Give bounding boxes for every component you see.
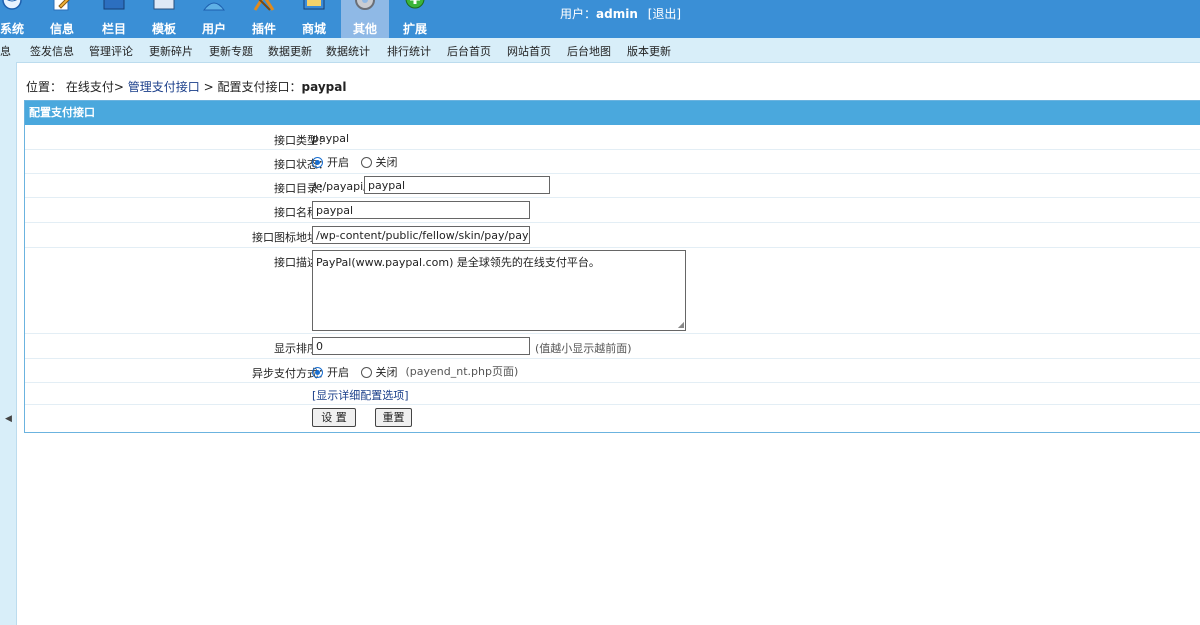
status-off-radio[interactable] xyxy=(360,156,372,168)
row-order: 显示排序： 0 (值越小显示越前面) xyxy=(25,334,1200,359)
submenu-item[interactable]: 后台地图 xyxy=(567,43,611,59)
breadcrumb-config: 配置支付接口： xyxy=(217,80,302,94)
submenu-item[interactable]: 息 xyxy=(0,43,11,59)
breadcrumb-manage-pay[interactable]: 管理支付接口 xyxy=(128,80,200,94)
nav-label: 用户 xyxy=(201,22,226,36)
row-name: 接口名称： paypal xyxy=(25,198,1200,223)
user-prefix: 用户： xyxy=(560,7,597,21)
submenu-item[interactable]: 更新碎片 xyxy=(149,43,193,59)
row-icon: 接口图标地址： /wp-content/public/fellow/skin/p… xyxy=(25,223,1200,248)
logout-link[interactable]: [退出] xyxy=(648,7,681,21)
row-dir: 接口目录： /e/payapi/ paypal xyxy=(25,174,1200,198)
folder-icon xyxy=(103,0,125,10)
breadcrumb-separator: > xyxy=(113,80,124,94)
async-off-label: 关闭 xyxy=(375,366,398,379)
username: admin xyxy=(596,7,638,21)
left-sidebar-strip: ◀ xyxy=(0,62,17,625)
submit-button[interactable]: 设 置 xyxy=(312,408,356,427)
nav-item-plugins[interactable]: 插件 xyxy=(240,0,288,38)
panel-title: 配置支付接口 xyxy=(25,101,1200,125)
row-buttons: 设 置 重置 xyxy=(25,405,1200,431)
monitor-icon xyxy=(153,0,175,10)
submenu-item[interactable]: 数据更新 xyxy=(268,43,312,59)
nav-item-other[interactable]: 其他 xyxy=(341,0,389,38)
nav-item-columns[interactable]: 栏目 xyxy=(90,0,138,38)
name-input[interactable]: paypal xyxy=(312,201,530,219)
nav-label: 栏目 xyxy=(101,22,126,36)
async-on-radio[interactable] xyxy=(312,366,323,378)
row-status: 接口状态： 开启 关闭 xyxy=(25,150,1200,174)
submenu-item[interactable]: 后台首页 xyxy=(447,43,491,59)
nav-item-users[interactable]: 用户 xyxy=(190,0,238,38)
nav-item-info[interactable]: 信息 xyxy=(38,0,86,38)
user-info: 用户：admin [退出] xyxy=(560,5,681,22)
desc-text: PayPal(www.paypal.com) 是全球领先的在线支付平台。 xyxy=(316,256,600,269)
reset-button[interactable]: 重置 xyxy=(375,408,412,427)
async-radios: 开启 关闭 (payend_nt.php页面) xyxy=(312,363,518,380)
nav-item-templates[interactable]: 模板 xyxy=(140,0,188,38)
show-detail-link[interactable]: [显示详细配置选项] xyxy=(312,387,409,403)
top-nav-bar: 系统 信息 栏目 模板 用户 插件 商城 其他 扩展 用户：admin [退出] xyxy=(0,0,1200,38)
user-icon xyxy=(203,2,225,11)
pencil-icon xyxy=(53,0,70,11)
order-input[interactable]: 0 xyxy=(312,337,530,355)
nav-item-system[interactable]: 系统 xyxy=(0,0,36,38)
submenu-item[interactable]: 签发信息 xyxy=(30,43,74,59)
desc-textarea[interactable]: PayPal(www.paypal.com) 是全球领先的在线支付平台。 ◢ xyxy=(312,250,686,331)
display-icon xyxy=(303,0,325,10)
status-radios: 开启 关闭 xyxy=(312,154,406,170)
breadcrumb-prefix: 位置： xyxy=(26,80,63,94)
resize-handle-icon[interactable]: ◢ xyxy=(678,320,684,329)
nav-label: 扩展 xyxy=(402,22,427,36)
submenu-item[interactable]: 更新专题 xyxy=(209,43,253,59)
nav-label: 商城 xyxy=(301,22,326,36)
async-note: (payend_nt.php页面) xyxy=(405,365,519,378)
order-note: (值越小显示越前面) xyxy=(535,342,632,355)
status-on-label: 开启 xyxy=(327,156,349,169)
gear-icon xyxy=(355,0,375,10)
icon-url-input[interactable]: /wp-content/public/fellow/skin/pay/paypa… xyxy=(312,226,530,244)
type-value: paypal xyxy=(312,132,350,145)
nav-label: 模板 xyxy=(151,22,176,36)
config-panel: 配置支付接口 接口类型： paypal 接口状态： 开启 关闭 接口目录： /e… xyxy=(24,100,1200,433)
collapse-arrow-icon[interactable]: ◀ xyxy=(5,414,12,424)
nav-item-extend[interactable]: 扩展 xyxy=(391,0,439,38)
row-detail: [显示详细配置选项] xyxy=(25,383,1200,405)
tools-icon xyxy=(253,0,275,11)
breadcrumb-online-pay[interactable]: 在线支付 xyxy=(66,80,114,94)
breadcrumb-current: paypal xyxy=(301,80,347,94)
row-type: 接口类型： paypal xyxy=(25,126,1200,150)
breadcrumb: 位置： 在线支付> 管理支付接口 > 配置支付接口：paypal xyxy=(26,78,346,95)
row-async: 异步支付方式： 开启 关闭 (payend_nt.php页面) xyxy=(25,359,1200,383)
submenu-item[interactable]: 数据统计 xyxy=(326,43,370,59)
dir-prefix: /e/payapi/ xyxy=(312,180,367,193)
nav-label: 插件 xyxy=(251,22,276,36)
submenu-item[interactable]: 管理评论 xyxy=(89,43,133,59)
plus-icon xyxy=(405,0,425,9)
sub-menu: 息 签发信息 管理评论 更新碎片 更新专题 数据更新 数据统计 排行统计 后台首… xyxy=(0,38,1200,63)
nav-label: 信息 xyxy=(49,22,74,36)
dir-input[interactable]: paypal xyxy=(364,176,550,194)
submenu-item[interactable]: 排行统计 xyxy=(387,43,431,59)
async-on-label: 开启 xyxy=(327,366,349,379)
nav-label: 系统 xyxy=(0,22,24,36)
submenu-item[interactable]: 网站首页 xyxy=(507,43,551,59)
status-on-radio[interactable] xyxy=(312,156,323,168)
globe-icon xyxy=(2,0,22,10)
breadcrumb-separator: > xyxy=(203,80,214,94)
submenu-item[interactable]: 版本更新 xyxy=(627,43,671,59)
async-off-radio[interactable] xyxy=(360,366,372,378)
nav-label: 其他 xyxy=(352,22,377,36)
status-off-label: 关闭 xyxy=(375,156,398,169)
row-desc: 接口描述： PayPal(www.paypal.com) 是全球领先的在线支付平… xyxy=(25,248,1200,334)
nav-item-shop[interactable]: 商城 xyxy=(290,0,338,38)
